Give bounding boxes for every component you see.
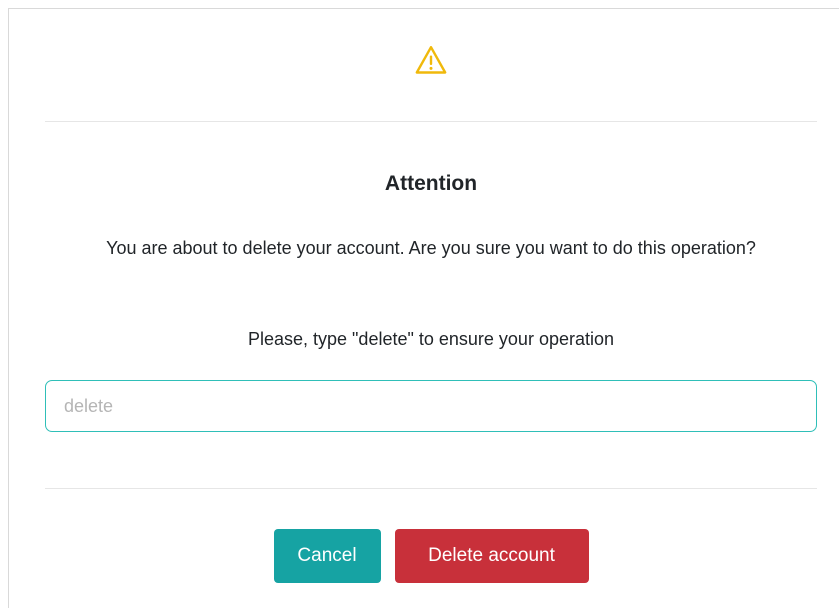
cancel-button[interactable]: Cancel <box>273 529 381 583</box>
warning-triangle-icon <box>415 46 447 74</box>
delete-account-button[interactable]: Delete account <box>394 529 589 583</box>
dialog-title: Attention <box>384 172 478 195</box>
dialog-body: Attention You are about to delete your a… <box>45 122 817 489</box>
delete-account-dialog: Attention You are about to delete your a… <box>8 8 839 608</box>
dialog-instruction: Please, type "delete" to ensure your ope… <box>247 329 614 349</box>
dialog-header <box>45 9 817 122</box>
dialog-message: You are about to delete your account. Ar… <box>106 238 756 258</box>
dialog-footer: Cancel Delete account <box>45 489 817 609</box>
delete-confirmation-input[interactable] <box>45 380 817 432</box>
button-row: Cancel Delete account <box>45 529 817 583</box>
